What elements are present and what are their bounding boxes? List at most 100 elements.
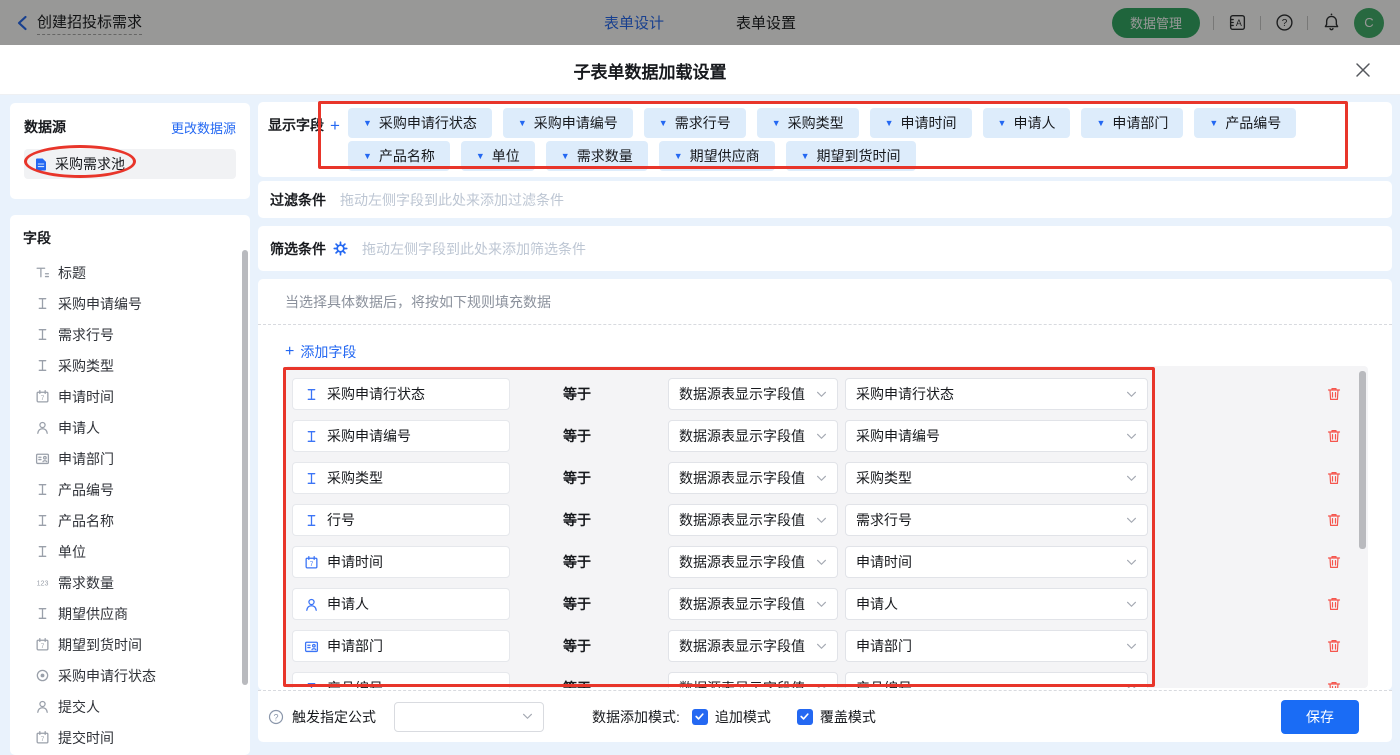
add-field-button[interactable]: + 添加字段 [285, 342, 356, 362]
rule-target-select[interactable]: 采购申请行状态 [845, 378, 1148, 410]
rule-source-select[interactable]: 数据源表显示字段值 [668, 420, 838, 452]
rule-target-select[interactable]: 采购申请编号 [845, 420, 1148, 452]
sidebar-field-item[interactable]: 采购类型 [10, 350, 250, 381]
rule-row: 7 申请时间 等于 数据源表显示字段值 申请时间 [292, 546, 1368, 578]
rule-field-input[interactable]: 产品编号 [292, 672, 510, 688]
display-field-tag[interactable]: ▼ 期望供应商 [659, 141, 775, 171]
sidebar-field-item[interactable]: 7 申请时间 [10, 381, 250, 412]
trash-icon[interactable] [1326, 638, 1342, 654]
display-field-tag[interactable]: ▼ 采购申请行状态 [348, 108, 492, 138]
rule-target-select[interactable]: 采购类型 [845, 462, 1148, 494]
data-manage-button[interactable]: 数据管理 [1112, 8, 1200, 38]
check-icon [799, 711, 810, 722]
sidebar-field-item[interactable]: 申请部门 [10, 443, 250, 474]
rule-field-input[interactable]: 7 申请时间 [292, 546, 510, 578]
sidebar-field-item[interactable]: 标题 [10, 257, 250, 288]
sidebar-field-item[interactable]: 提交人 [10, 691, 250, 722]
display-field-tag[interactable]: ▼ 申请时间 [870, 108, 972, 138]
trash-icon[interactable] [1326, 596, 1342, 612]
sidebar-field-item[interactable]: 需求行号 [10, 319, 250, 350]
overwrite-mode-checkbox[interactable] [797, 709, 813, 725]
rule-source-select[interactable]: 数据源表显示字段值 [668, 378, 838, 410]
text-field-icon [304, 681, 319, 689]
sidebar-field-item[interactable]: 申请人 [10, 412, 250, 443]
display-field-tag[interactable]: ▼ 需求行号 [644, 108, 746, 138]
rule-field-input[interactable]: 申请人 [292, 588, 510, 620]
screen-condition-dropzone[interactable]: 筛选条件 拖动左侧字段到此处来添加筛选条件 [258, 226, 1392, 271]
rule-source-select[interactable]: 数据源表显示字段值 [668, 504, 838, 536]
save-button[interactable]: 保存 [1281, 700, 1359, 734]
rule-source-select[interactable]: 数据源表显示字段值 [668, 462, 838, 494]
rule-target-select[interactable]: 需求行号 [845, 504, 1148, 536]
display-field-tag[interactable]: ▼ 产品编号 [1194, 108, 1296, 138]
rule-target-select[interactable]: 申请人 [845, 588, 1148, 620]
change-datasource-link[interactable]: 更改数据源 [171, 118, 236, 137]
datasource-item[interactable]: 采购需求池 [24, 149, 236, 179]
sidebar-field-item[interactable]: 123 需求数量 [10, 567, 250, 598]
rule-target-select[interactable]: 申请部门 [845, 630, 1148, 662]
trash-icon[interactable] [1326, 554, 1342, 570]
rule-source-value: 数据源表显示字段值 [679, 594, 805, 614]
rules-list: 采购申请行状态 等于 数据源表显示字段值 采购申请行状态 [285, 366, 1368, 688]
sidebar-field-item[interactable]: 产品名称 [10, 505, 250, 536]
radio-icon [35, 668, 50, 683]
add-display-field-icon[interactable]: + [330, 117, 340, 134]
rule-field-input[interactable]: 行号 [292, 504, 510, 536]
avatar[interactable]: C [1354, 8, 1384, 38]
sidebar-field-item[interactable]: 7 期望到货时间 [10, 629, 250, 660]
rule-field-input[interactable]: 采购类型 [292, 462, 510, 494]
append-mode-checkbox[interactable] [692, 709, 708, 725]
display-field-tag[interactable]: ▼ 采购类型 [757, 108, 859, 138]
trash-icon[interactable] [1326, 386, 1342, 402]
close-icon[interactable] [1354, 61, 1372, 79]
tab-form-design[interactable]: 表单设计 [604, 12, 664, 33]
display-field-tag[interactable]: ▼ 申请部门 [1081, 108, 1183, 138]
filter-condition-heading: 过滤条件 [270, 190, 326, 210]
display-field-tag[interactable]: ▼ 产品名称 [348, 141, 450, 171]
gear-icon[interactable] [333, 241, 348, 256]
tab-form-settings[interactable]: 表单设置 [736, 12, 796, 33]
rules-scrollbar[interactable] [1359, 371, 1366, 549]
display-field-tag[interactable]: ▼ 采购申请编号 [503, 108, 633, 138]
rule-target-select[interactable]: 申请时间 [845, 546, 1148, 578]
display-field-tag[interactable]: ▼ 申请人 [983, 108, 1071, 138]
display-field-tag[interactable]: ▼ 期望到货时间 [786, 141, 916, 171]
dropdown-arrow-icon: ▼ [561, 151, 570, 161]
sidebar-field-item[interactable]: 7 提交时间 [10, 722, 250, 753]
trash-icon[interactable] [1326, 680, 1342, 688]
rule-source-select[interactable]: 数据源表显示字段值 [668, 588, 838, 620]
chevron-down-icon [816, 475, 827, 482]
sidebar-field-item[interactable]: 期望供应商 [10, 598, 250, 629]
rule-source-select[interactable]: 数据源表显示字段值 [668, 546, 838, 578]
tag-label: 需求数量 [577, 146, 633, 166]
dictionary-icon[interactable]: A [1227, 13, 1247, 33]
help-icon[interactable]: ? [1274, 13, 1294, 33]
rule-source-select[interactable]: 数据源表显示字段值 [668, 630, 838, 662]
rule-field-input[interactable]: 采购申请行状态 [292, 378, 510, 410]
rule-field-input[interactable]: 申请部门 [292, 630, 510, 662]
help-circle-icon[interactable]: ? [268, 709, 284, 725]
rule-source-value: 数据源表显示字段值 [679, 636, 805, 656]
sidebar-field-item[interactable]: 单位 [10, 536, 250, 567]
rule-field-input[interactable]: 采购申请编号 [292, 420, 510, 452]
trash-icon[interactable] [1326, 512, 1342, 528]
notification-bell-icon[interactable] [1321, 13, 1341, 33]
field-label: 提交时间 [58, 728, 114, 748]
trash-icon[interactable] [1326, 428, 1342, 444]
fields-panel: 字段 标题 采购申请编号 需求行号 [10, 215, 250, 755]
rule-source-select[interactable]: 数据源表显示字段值 [668, 672, 838, 688]
sidebar-field-item[interactable]: 产品编号 [10, 474, 250, 505]
formula-select[interactable] [394, 702, 544, 732]
chevron-down-icon [1126, 433, 1137, 440]
filter-condition-dropzone[interactable]: 过滤条件 拖动左侧字段到此处来添加过滤条件 [258, 181, 1392, 218]
sidebar-field-item[interactable]: 采购申请行状态 [10, 660, 250, 691]
rule-row: 申请人 等于 数据源表显示字段值 申请人 [292, 588, 1368, 620]
fields-list: 标题 采购申请编号 需求行号 采购类型 7 [10, 257, 250, 753]
display-field-tag[interactable]: ▼ 需求数量 [546, 141, 648, 171]
fill-rules-panel: 当选择具体数据后，将按如下规则填充数据 + 添加字段 采购申请行状态 等于 数据… [258, 279, 1392, 690]
display-field-tag[interactable]: ▼ 单位 [461, 141, 535, 171]
fields-scrollbar[interactable] [242, 250, 248, 685]
trash-icon[interactable] [1326, 470, 1342, 486]
sidebar-field-item[interactable]: 采购申请编号 [10, 288, 250, 319]
rule-target-select[interactable]: 产品编号 [845, 672, 1148, 688]
